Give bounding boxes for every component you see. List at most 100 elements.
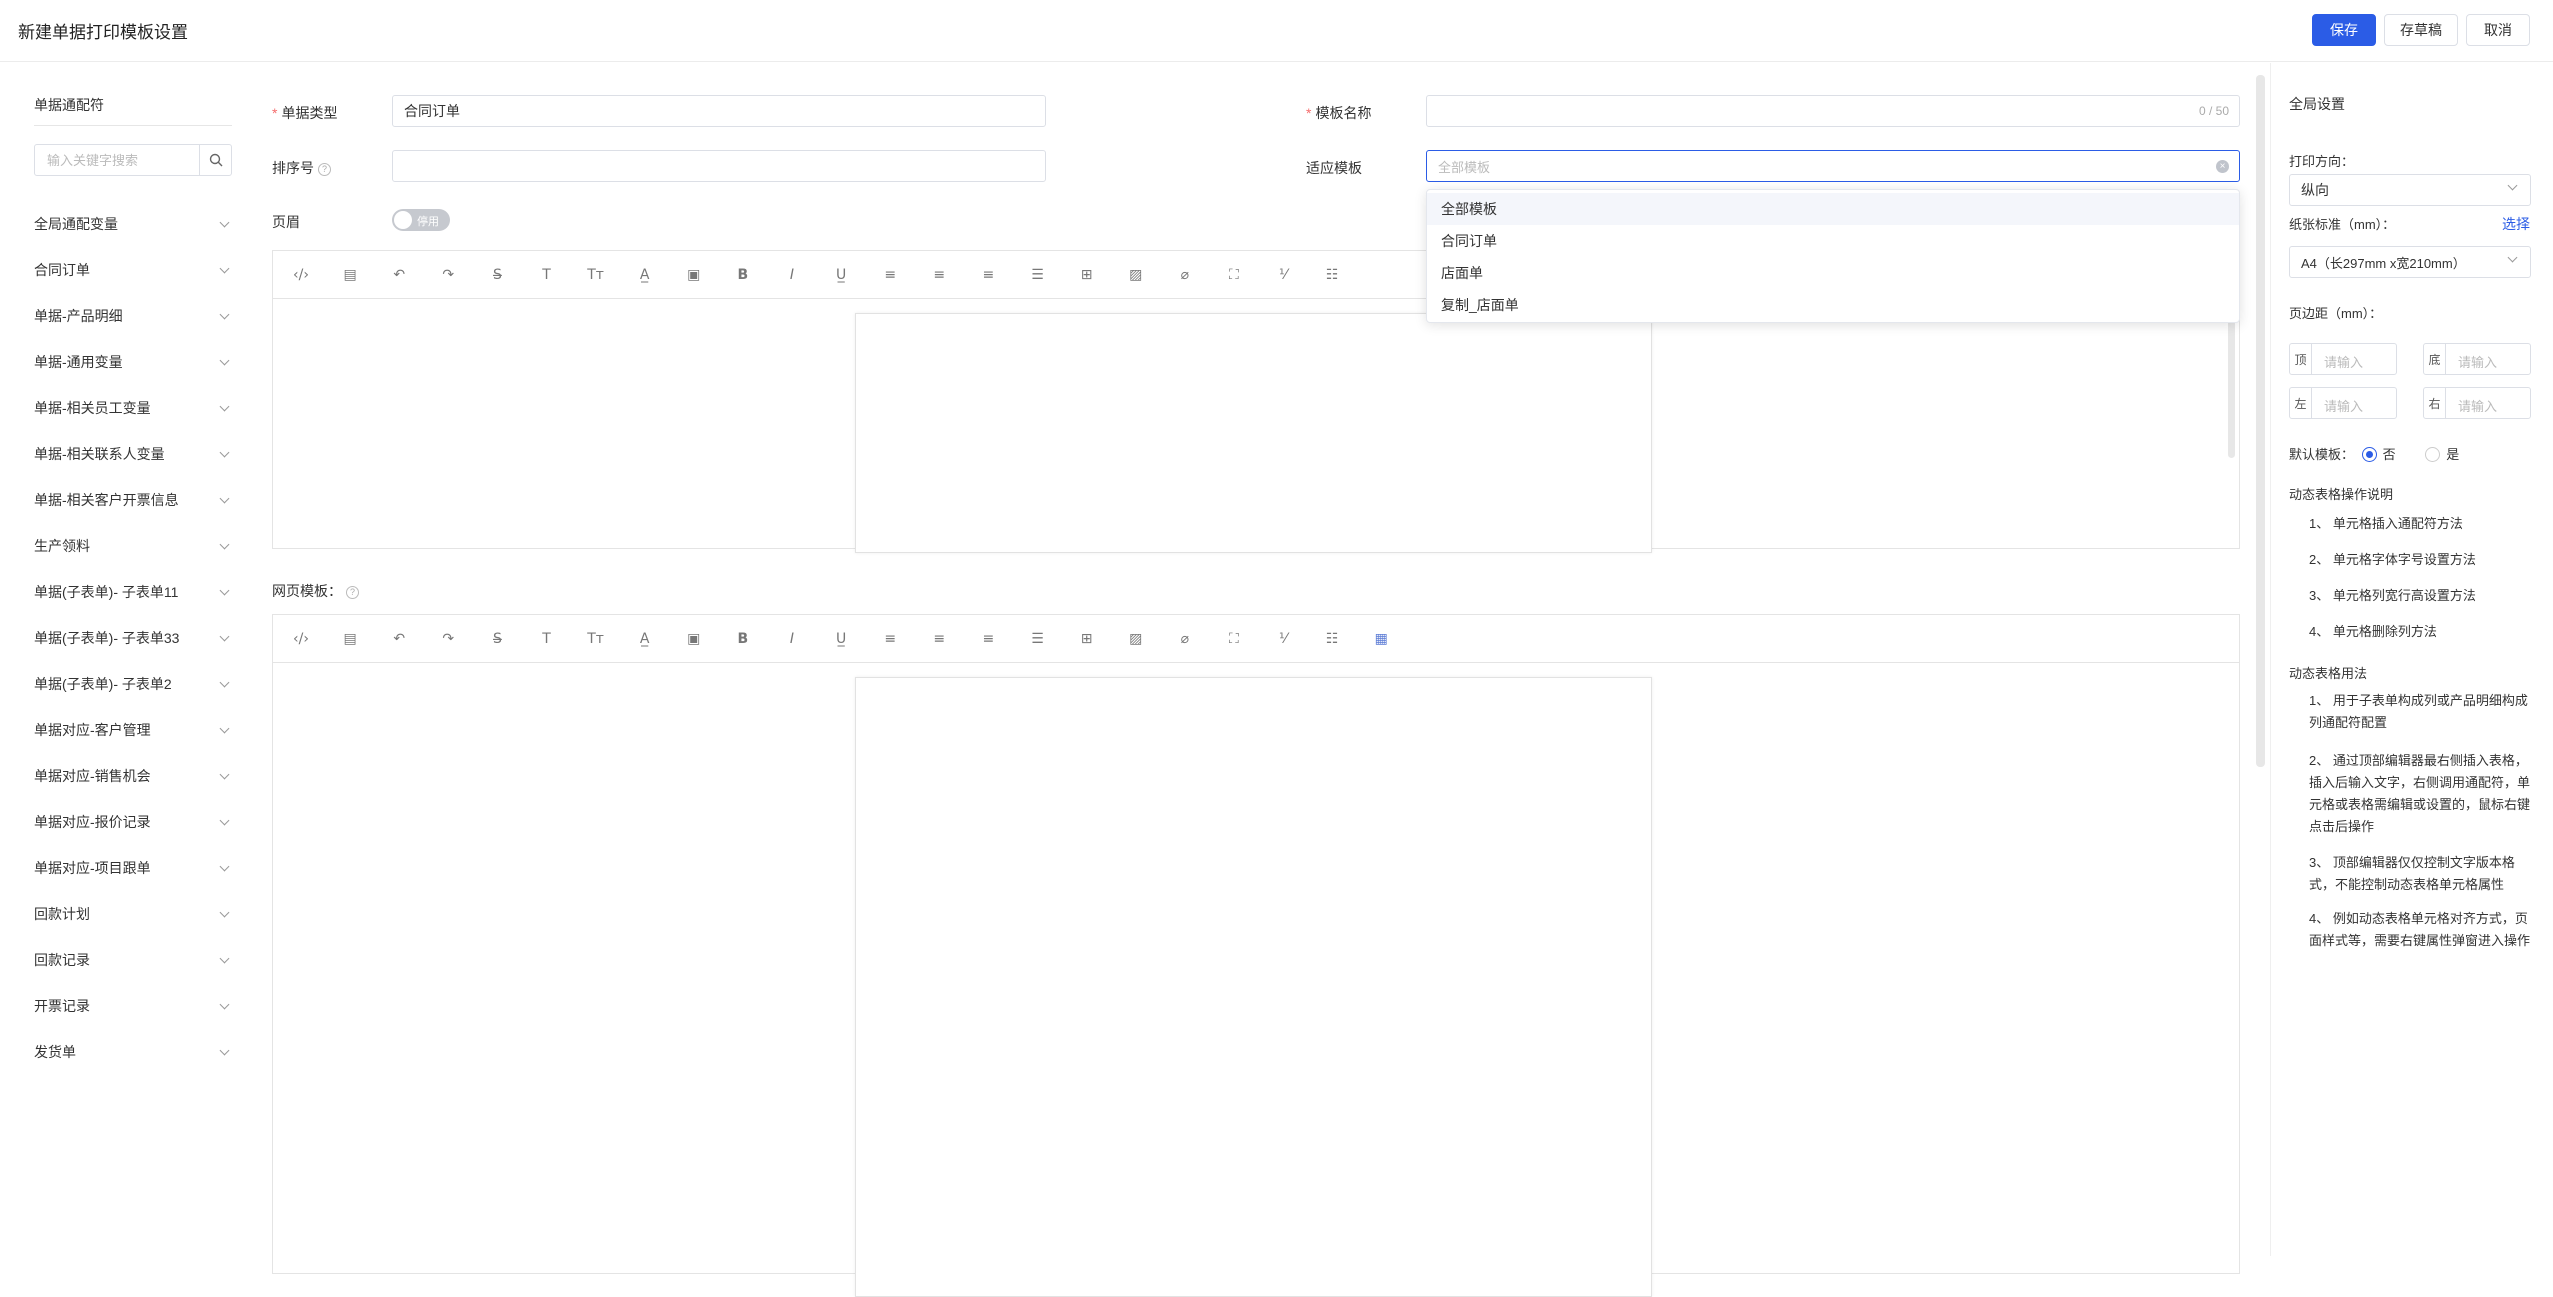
margin-top-input[interactable]: 顶请输入 [2289,343,2397,375]
applies-template-select[interactable]: 全部模板 × [1426,150,2240,182]
image-icon[interactable]: ▨ [1126,265,1146,285]
paper-select-link[interactable]: 选择 [2502,214,2530,234]
align-center-icon[interactable]: ≡ [929,265,949,285]
sort-input[interactable] [392,150,1046,182]
unordered-list-icon[interactable]: ☷ [1322,629,1342,649]
dynamic-ops-item[interactable]: 3、 单元格列宽行高设置方法 [2309,585,2534,607]
attachment-icon[interactable]: ⌀ [1175,265,1195,285]
italic-icon[interactable]: I [782,265,802,285]
insert-dynamic-table-icon[interactable]: ▦ [1371,629,1391,649]
wildcard-menu-item[interactable]: 开票记录 [34,983,232,1029]
wildcard-menu-item[interactable]: 单据对应-销售机会 [34,753,232,799]
font-color-icon[interactable]: A̲ [635,629,655,649]
doc-type-input[interactable]: 合同订单 [392,95,1046,127]
wildcard-menu-item[interactable]: 单据对应-项目跟单 [34,845,232,891]
fullscreen-icon[interactable]: ⛶ [1224,265,1244,285]
table-icon[interactable]: ⊞ [1077,629,1097,649]
bold-icon[interactable]: B [733,629,753,649]
wildcard-menu-item[interactable]: 发货单 [34,1029,232,1075]
align-justify-icon[interactable]: ☰ [1028,265,1048,285]
font-size-icon[interactable]: T [537,629,557,649]
template-icon[interactable]: ▤ [340,265,360,285]
editor-toolbar: ‹/› ▤ ↶ ↷ S̶ T Tт A̲ ▣ B I U̲ ≡ ≡ ≡ ☰ ⊞ ▨ ⌀ ⛶ ⅟ ☷ ▦ [273,615,2239,663]
font-family-icon[interactable]: Tт [586,629,606,649]
ordered-list-icon[interactable]: ⅟ [1273,265,1293,285]
radio-no[interactable]: 否 [2361,447,2396,462]
redo-icon[interactable]: ↷ [438,629,458,649]
align-center-icon[interactable]: ≡ [929,629,949,649]
dropdown-option[interactable]: 店面单 [1427,257,2239,289]
ordered-list-icon[interactable]: ⅟ [1273,629,1293,649]
align-left-icon[interactable]: ≡ [880,265,900,285]
save-button[interactable]: 保存 [2312,14,2376,46]
header-toggle[interactable]: 停用 [392,209,450,231]
underline-icon[interactable]: U̲ [831,265,851,285]
main-scrollbar[interactable] [2256,75,2265,767]
wildcard-menu-item[interactable]: 单据(子表单)- 子表单2 [34,661,232,707]
undo-icon[interactable]: ↶ [389,265,409,285]
dynamic-ops-item[interactable]: 2、 单元格字体字号设置方法 [2309,549,2534,571]
paper-size-select[interactable]: A4（长297mm x宽210mm） [2289,246,2531,278]
wildcard-menu-item[interactable]: 回款记录 [34,937,232,983]
wildcard-menu-item[interactable]: 合同订单 [34,247,232,293]
background-color-icon[interactable]: ▣ [684,265,704,285]
italic-icon[interactable]: I [782,629,802,649]
dynamic-ops-item[interactable]: 1、 单元格插入通配符方法 [2309,513,2534,535]
wildcard-menu-item[interactable]: 单据(子表单)- 子表单33 [34,615,232,661]
underline-icon[interactable]: U̲ [831,629,851,649]
redo-icon[interactable]: ↷ [438,265,458,285]
fullscreen-icon[interactable]: ⛶ [1224,629,1244,649]
source-code-icon[interactable]: ‹/› [291,265,311,285]
wildcard-menu-item[interactable]: 单据-相关客户开票信息 [34,477,232,523]
cancel-button[interactable]: 取消 [2466,14,2530,46]
undo-icon[interactable]: ↶ [389,629,409,649]
search-button[interactable] [199,145,231,175]
clear-icon[interactable]: × [2216,160,2229,173]
margin-left-input[interactable]: 左请输入 [2289,387,2397,419]
dynamic-ops-item[interactable]: 4、 单元格删除列方法 [2309,621,2534,643]
image-icon[interactable]: ▨ [1126,629,1146,649]
font-family-icon[interactable]: Tт [586,265,606,285]
bold-icon[interactable]: B [733,265,753,285]
template-name-input[interactable]: 0 / 50 [1426,95,2240,127]
wildcard-menu-item[interactable]: 单据对应-报价记录 [34,799,232,845]
align-right-icon[interactable]: ≡ [978,265,998,285]
source-code-icon[interactable]: ‹/› [291,629,311,649]
margin-right-input[interactable]: 右请输入 [2423,387,2531,419]
font-size-icon[interactable]: T [537,265,557,285]
template-icon[interactable]: ▤ [340,629,360,649]
font-color-icon[interactable]: A̲ [635,265,655,285]
orientation-select[interactable]: 纵向 [2289,174,2531,206]
menu-item-label: 单据-产品明细 [34,308,123,324]
chevron-down-icon [219,723,230,733]
scrollbar[interactable] [2228,303,2235,458]
wildcard-menu-item[interactable]: 单据-相关联系人变量 [34,431,232,477]
wildcard-menu-item[interactable]: 单据-通用变量 [34,339,232,385]
dropdown-option[interactable]: 全部模板 [1427,193,2239,225]
strikethrough-icon[interactable]: S̶ [487,629,507,649]
margin-bottom-input[interactable]: 底请输入 [2423,343,2531,375]
editor-page[interactable] [855,677,1652,1297]
wildcard-menu-item[interactable]: 回款计划 [34,891,232,937]
attachment-icon[interactable]: ⌀ [1175,629,1195,649]
wildcard-menu-item[interactable]: 生产领料 [34,523,232,569]
wildcard-menu-item[interactable]: 单据对应-客户管理 [34,707,232,753]
radio-yes[interactable]: 是 [2425,447,2459,462]
dropdown-option[interactable]: 合同订单 [1427,225,2239,257]
wildcard-menu-item[interactable]: 全局通配变量 [34,201,232,247]
background-color-icon[interactable]: ▣ [684,629,704,649]
strikethrough-icon[interactable]: S̶ [487,265,507,285]
align-justify-icon[interactable]: ☰ [1028,629,1048,649]
save-draft-button[interactable]: 存草稿 [2384,14,2458,46]
align-left-icon[interactable]: ≡ [880,629,900,649]
editor-page[interactable] [855,313,1652,553]
dropdown-option[interactable]: 复制_店面单 [1427,289,2239,321]
table-icon[interactable]: ⊞ [1077,265,1097,285]
dynamic-ops-title: 动态表格操作说明 [2289,487,2394,502]
unordered-list-icon[interactable]: ☷ [1322,265,1342,285]
wildcard-menu-item[interactable]: 单据-产品明细 [34,293,232,339]
wildcard-menu-item[interactable]: 单据(子表单)- 子表单11 [34,569,232,615]
align-right-icon[interactable]: ≡ [978,629,998,649]
search-input[interactable] [35,145,201,175]
wildcard-menu-item[interactable]: 单据-相关员工变量 [34,385,232,431]
